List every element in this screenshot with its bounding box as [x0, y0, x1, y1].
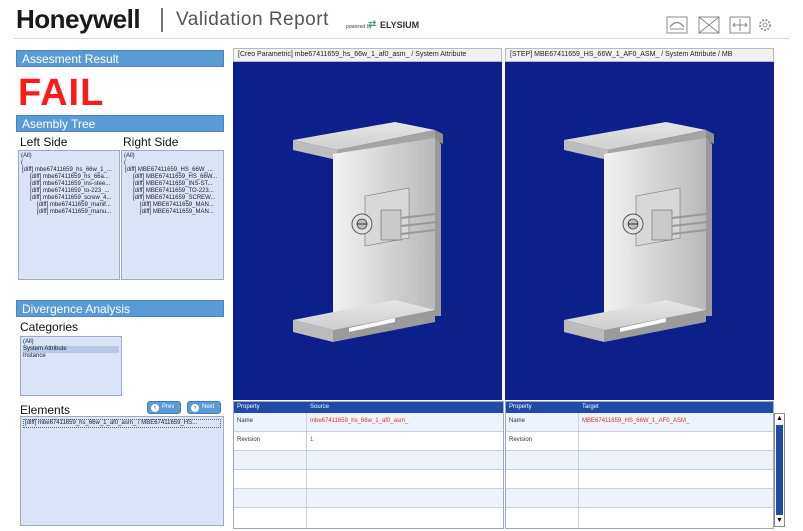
next-button[interactable]: › Next	[187, 401, 221, 414]
tree-item[interactable]: (All)	[21, 153, 117, 160]
fit-view-icon[interactable]	[666, 16, 688, 34]
table-header: Property Source	[234, 402, 503, 413]
prev-button-label: Prev	[162, 404, 175, 410]
right-model-3d-part[interactable]	[556, 120, 726, 348]
source-properties-table[interactable]: Property Source Name mbe67411659_hs_66w_1…	[233, 401, 504, 529]
prev-arrow-icon: ‹	[151, 404, 159, 412]
table-row[interactable]: Revision 1	[234, 432, 503, 451]
prev-button[interactable]: ‹ Prev	[147, 401, 181, 414]
property-name: Name	[237, 418, 254, 424]
tree-item[interactable]: [diff] MBE67411659_MAN...	[124, 209, 221, 216]
scroll-down-arrow-icon[interactable]: ▼	[775, 516, 784, 526]
property-name: Name	[509, 418, 526, 424]
next-arrow-icon: ›	[191, 404, 199, 412]
scroll-up-arrow-icon[interactable]: ▲	[775, 414, 784, 424]
elysium-logo-icon: ⇄	[368, 19, 377, 30]
left-viewer-title: [Creo Parametric] mbe67411659_hs_66w_1_a…	[233, 48, 502, 62]
tree-item[interactable]: (	[124, 160, 221, 167]
table-row[interactable]	[506, 489, 773, 508]
vendor-logo: ELYSIUM	[380, 20, 420, 30]
tree-item[interactable]: [diff] mbe67411659_manu...	[21, 209, 117, 216]
next-button-label: Next	[202, 404, 215, 410]
assessment-result-value: FAIL	[18, 72, 105, 114]
category-item[interactable]: (All)	[23, 339, 119, 346]
property-name: Revision	[237, 437, 261, 443]
tree-item[interactable]: [diff] MBE67411659_TO-223...	[124, 188, 221, 195]
tree-item[interactable]: [diff] MBE67411659_HS_66W...	[124, 174, 221, 181]
tree-item[interactable]: [diff] mbe67411659_manif...	[21, 202, 117, 209]
tree-item[interactable]: [diff] mbe67411659_screw_4...	[21, 195, 117, 202]
elements-label: Elements	[20, 403, 71, 417]
tree-item[interactable]: [diff] MBE67411659_HS_66W_...	[124, 167, 221, 174]
elements-list[interactable]: [diff] mbe67411659_hs_66w_1_af0_asm_ / M…	[20, 416, 224, 526]
scroll-thumb[interactable]	[776, 425, 783, 515]
table-row[interactable]	[234, 451, 503, 470]
column-header-property: Property	[237, 404, 260, 410]
column-header-source: Source	[310, 404, 330, 410]
model-viewers[interactable]: [Creo Parametric] mbe67411659_hs_66w_1_a…	[233, 48, 774, 400]
column-divider	[578, 413, 579, 528]
table-header: Property Target	[506, 402, 773, 413]
tree-item[interactable]: [diff] MBE67411659_SCREW...	[124, 195, 221, 202]
column-divider	[306, 413, 307, 528]
assembly-tree-header: Asembly Tree	[16, 115, 224, 132]
table-row[interactable]	[234, 470, 503, 489]
table-row[interactable]	[506, 470, 773, 489]
wireframe-icon[interactable]	[698, 16, 720, 34]
brand-logo: Honeywell	[16, 4, 141, 34]
tree-item[interactable]: [diff] mbe67411659_hs_66w_1_...	[21, 167, 117, 174]
tree-item[interactable]: [diff] mbe67411659_to-223_...	[21, 188, 117, 195]
target-properties-table[interactable]: Property Target Name MBE67411659_HS_66W_1…	[505, 401, 774, 529]
property-name: Revision	[509, 437, 533, 443]
viewer-divider[interactable]	[502, 48, 505, 400]
left-model-3d-part[interactable]	[285, 120, 455, 348]
table-row[interactable]	[506, 451, 773, 470]
categories-label: Categories	[20, 320, 79, 334]
tree-item[interactable]: [diff] MBE67411659_INS-ST...	[124, 181, 221, 188]
page-title: Validation Report	[176, 9, 329, 30]
categories-list[interactable]: (All) System Attribute Instance	[20, 336, 122, 396]
property-value: mbe67411659_hs_66w_1_af0_asm_	[310, 418, 409, 424]
tree-item[interactable]: [diff] mbe67411659_ins-stee...	[21, 181, 117, 188]
table-row[interactable]	[234, 489, 503, 508]
brand-separator	[161, 8, 163, 32]
column-header-property: Property	[509, 404, 532, 410]
app-header: Honeywell Validation Report powered by ⇄…	[0, 0, 803, 40]
table-row[interactable]: Name MBE67411659_HS_66W_1_AF0_ASM_	[506, 413, 773, 432]
table-row[interactable]: Revision	[506, 432, 773, 451]
left-side-label: Left Side	[20, 135, 68, 149]
tree-item[interactable]: [diff] mbe67411659_hs_66a...	[21, 174, 117, 181]
category-item[interactable]: Instance	[23, 353, 119, 360]
property-value: MBE67411659_HS_66W_1_AF0_ASM_	[582, 418, 690, 424]
table-row[interactable]: Name mbe67411659_hs_66w_1_af0_asm_	[234, 413, 503, 432]
expand-arrows-icon[interactable]	[729, 16, 751, 34]
property-value: 1	[310, 437, 314, 443]
tree-item[interactable]: (	[21, 160, 117, 167]
tree-item[interactable]: (All)	[124, 153, 221, 160]
header-divider	[14, 38, 789, 39]
category-item-selected[interactable]: System Attribute	[23, 346, 119, 353]
right-assembly-tree[interactable]: (All) ( [diff] MBE67411659_HS_66W_... [d…	[121, 150, 224, 280]
assessment-result-header: Assesment Result	[16, 50, 224, 67]
element-item[interactable]: [diff] mbe67411659_hs_66w_1_af0_asm_ / M…	[23, 419, 221, 428]
right-viewer-title: [STEP] MBE67411659_HS_66W_1_AF0_ASM_ / S…	[505, 48, 774, 62]
properties-scrollbar[interactable]: ▲ ▼	[774, 413, 785, 527]
tree-item[interactable]: [diff] MBE67411659_MAN...	[124, 202, 221, 209]
right-side-label: Right Side	[123, 135, 179, 149]
divergence-analysis-header: Divergence Analysis	[16, 300, 224, 317]
settings-gear-icon[interactable]	[756, 16, 774, 34]
column-header-target: Target	[582, 404, 599, 410]
left-assembly-tree[interactable]: (All) ( [diff] mbe67411659_hs_66w_1_... …	[18, 150, 120, 280]
